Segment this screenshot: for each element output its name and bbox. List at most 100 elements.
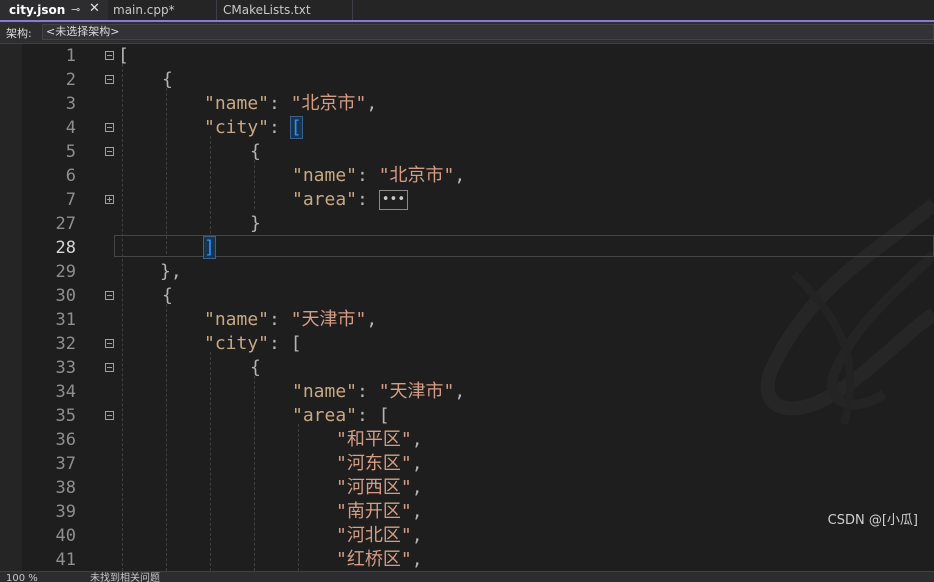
- punctuation: :: [269, 333, 291, 354]
- code-line[interactable]: 32 "city": [: [0, 332, 934, 356]
- punctuation: ,: [366, 309, 378, 330]
- code-line[interactable]: 38 "河西区",: [0, 476, 934, 500]
- collapse-fold-icon[interactable]: [105, 339, 114, 348]
- punctuation: {: [162, 285, 173, 306]
- json-string: "河西区": [336, 477, 412, 498]
- line-number: 37: [55, 454, 76, 474]
- line-number: 7: [65, 190, 76, 210]
- line-number: 4: [65, 118, 76, 138]
- code-line[interactable]: 40 "河北区",: [0, 524, 934, 548]
- code-text: "和平区",: [336, 428, 423, 452]
- line-number: 2: [65, 70, 76, 90]
- code-line[interactable]: 6 "name": "北京市",: [0, 164, 934, 188]
- punctuation: ,: [454, 381, 466, 402]
- line-number: 40: [55, 526, 76, 546]
- json-key: "area": [292, 189, 358, 210]
- tab-label: CMakeLists.txt: [223, 3, 311, 17]
- code-line[interactable]: 28]: [0, 236, 934, 260]
- code-line[interactable]: 37 "河东区",: [0, 452, 934, 476]
- code-line[interactable]: 3 "name": "北京市",: [0, 92, 934, 116]
- code-line[interactable]: 7 "area": •••: [0, 188, 934, 212]
- collapse-fold-icon[interactable]: [105, 51, 114, 60]
- punctuation: [: [118, 45, 129, 66]
- code-text: "name": "北京市",: [204, 92, 377, 116]
- tab-cmakelists[interactable]: CMakeLists.txt: [217, 0, 353, 20]
- code-text: "河东区",: [336, 452, 423, 476]
- punctuation: :: [357, 189, 379, 210]
- line-number: 35: [55, 406, 76, 426]
- json-key: "name": [292, 165, 358, 186]
- punctuation: ,: [411, 525, 423, 546]
- expand-fold-icon[interactable]: [105, 195, 114, 204]
- code-line[interactable]: 1[: [0, 44, 934, 68]
- code-text: {: [162, 284, 173, 308]
- collapse-fold-icon[interactable]: [105, 291, 114, 300]
- collapse-fold-icon[interactable]: [105, 411, 114, 420]
- code-text: "南开区",: [336, 500, 423, 524]
- code-line[interactable]: 36 "和平区",: [0, 428, 934, 452]
- code-line[interactable]: 34 "name": "天津市",: [0, 380, 934, 404]
- punctuation: [: [290, 333, 302, 354]
- collapse-fold-icon[interactable]: [105, 363, 114, 372]
- line-number: 33: [55, 358, 76, 378]
- collapsed-region-icon[interactable]: •••: [378, 190, 409, 210]
- punctuation: ,: [411, 429, 423, 450]
- punctuation: ,: [411, 477, 423, 498]
- punctuation: :: [357, 405, 379, 426]
- collapse-fold-icon[interactable]: [105, 75, 114, 84]
- code-text: "name": "天津市",: [292, 380, 465, 404]
- line-number: 30: [55, 286, 76, 306]
- pin-icon[interactable]: ⊸: [71, 0, 80, 20]
- code-line[interactable]: 35 "area": [: [0, 404, 934, 428]
- line-number: 41: [55, 550, 76, 570]
- collapse-fold-icon[interactable]: [105, 147, 114, 156]
- code-editor[interactable]: 1[2{3 "name": "北京市", 4 "city": [5{6 "name": …: [0, 44, 934, 571]
- json-string: "和平区": [336, 429, 412, 450]
- code-line[interactable]: 2{: [0, 68, 934, 92]
- code-line[interactable]: 41 "红桥区",: [0, 548, 934, 571]
- code-text: "name": "天津市",: [204, 308, 377, 332]
- architecture-label: 架构:: [6, 27, 32, 40]
- code-line[interactable]: 31 "name": "天津市",: [0, 308, 934, 332]
- code-line[interactable]: 27}: [0, 212, 934, 236]
- tab-label: main.cpp*: [113, 3, 175, 17]
- code-text: {: [162, 68, 173, 92]
- collapse-fold-icon[interactable]: [105, 123, 114, 132]
- json-string: "北京市": [290, 93, 367, 114]
- tab-label: city.json: [9, 3, 66, 17]
- architecture-dropdown[interactable]: <未选择架构>: [42, 24, 934, 40]
- code-line[interactable]: 4 "city": [: [0, 116, 934, 140]
- code-text: "area": •••: [292, 188, 409, 212]
- punctuation: :: [269, 309, 291, 330]
- json-string: "天津市": [290, 309, 367, 330]
- code-text: [: [118, 44, 129, 68]
- close-icon[interactable]: ✕: [89, 0, 100, 19]
- tab-main-cpp[interactable]: main.cpp*: [108, 0, 217, 20]
- line-number: 39: [55, 502, 76, 522]
- punctuation: ,: [454, 165, 466, 186]
- code-text: },: [160, 260, 182, 284]
- matched-bracket: ]: [203, 236, 216, 259]
- code-text: "name": "北京市",: [292, 164, 465, 188]
- code-line[interactable]: 33 {: [0, 356, 934, 380]
- line-number: 31: [55, 310, 76, 330]
- json-key: "area": [292, 405, 358, 426]
- punctuation: ,: [411, 549, 423, 570]
- line-number: 5: [65, 142, 76, 162]
- code-line[interactable]: 39 "南开区",: [0, 500, 934, 524]
- code-line[interactable]: 30 {: [0, 284, 934, 308]
- code-text: ]: [203, 236, 216, 260]
- punctuation: :: [357, 165, 379, 186]
- code-text: "city": [: [204, 116, 303, 140]
- punctuation: :: [357, 381, 379, 402]
- code-text: "area": [: [292, 404, 390, 428]
- code-text: {: [250, 140, 261, 164]
- line-number: 38: [55, 478, 76, 498]
- code-line[interactable]: 5{: [0, 140, 934, 164]
- code-text: }: [250, 212, 261, 236]
- tab-city-json[interactable]: city.json ⊸ ✕: [0, 0, 108, 20]
- json-key: "name": [204, 93, 270, 114]
- line-number: 6: [65, 166, 76, 186]
- line-number: 29: [55, 262, 76, 282]
- code-line[interactable]: 29},: [0, 260, 934, 284]
